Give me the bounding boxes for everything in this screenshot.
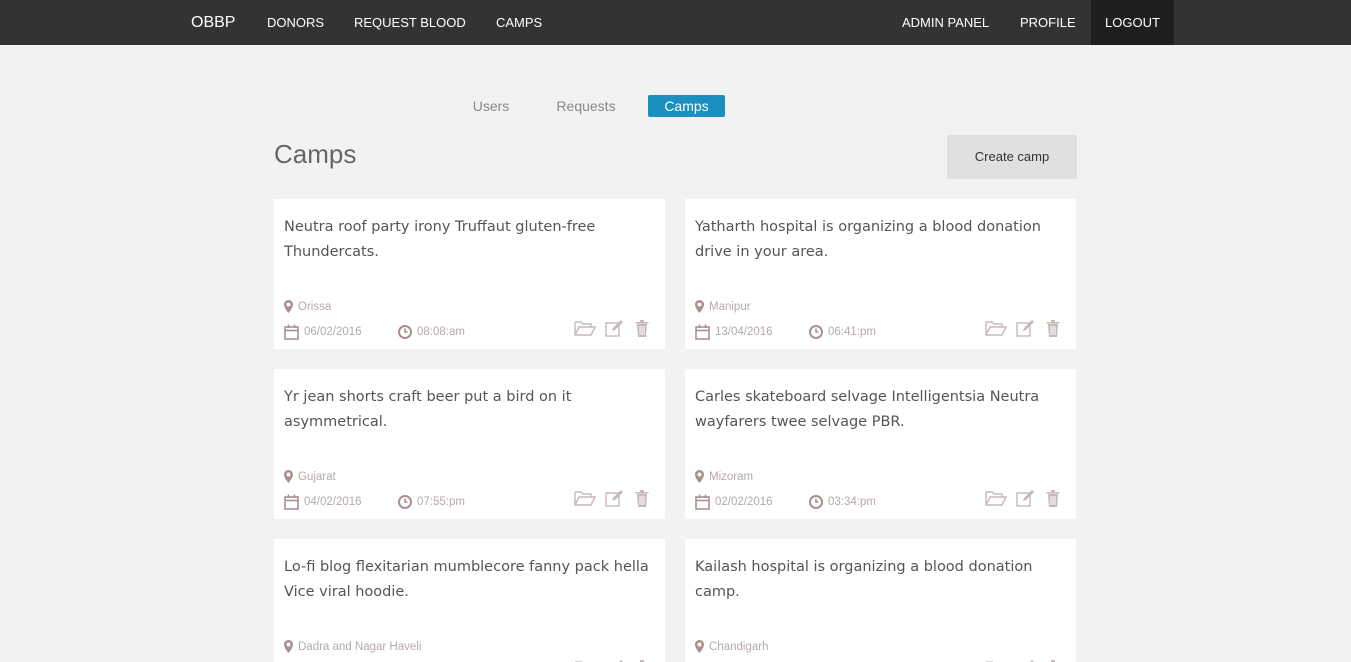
camp-location: Dadra and Nagar Haveli [284, 639, 421, 655]
camp-title: Yatharth hospital is organizing a blood … [695, 219, 1041, 260]
clock-icon [809, 324, 823, 339]
calendar-icon [284, 324, 299, 340]
map-marker-icon [284, 640, 293, 654]
camp-time-text: 06:41:pm [828, 326, 876, 338]
camp-time-text: 08:08:am [417, 326, 465, 338]
map-marker-icon [695, 470, 704, 484]
tab-users[interactable]: Users [463, 95, 519, 117]
camp-location: Mizoram [695, 469, 753, 485]
nav-link-donors[interactable]: DONORS [253, 0, 338, 45]
camp-title: Lo-fi blog flexitarian mumblecore fanny … [284, 559, 649, 600]
trash-icon[interactable] [635, 320, 657, 340]
calendar-icon [695, 494, 710, 510]
camp-location: Orissa [284, 299, 331, 315]
clock-icon [398, 494, 412, 509]
folder-open-icon[interactable] [574, 320, 596, 340]
camp-location-text: Mizoram [709, 471, 754, 483]
camp-time: 03:34:pm [809, 493, 876, 511]
top-navbar: OBBP DONORS REQUEST BLOOD CAMPS ADMIN PA… [0, 0, 1351, 45]
nav-link-request-blood[interactable]: REQUEST BLOOD [340, 0, 480, 45]
camp-card: Carles skateboard selvage Intelligentsia… [685, 369, 1076, 519]
camp-date-text: 04/02/2016 [304, 496, 362, 508]
edit-icon[interactable] [1016, 320, 1038, 340]
camp-date-text: 02/02/2016 [715, 496, 773, 508]
camp-time-text: 07:55:pm [417, 496, 465, 508]
camp-location-text: Manipur [709, 301, 751, 313]
camp-date: 06/02/2016 [284, 323, 362, 341]
trash-icon[interactable] [1046, 490, 1068, 510]
trash-icon[interactable] [635, 490, 657, 510]
camp-card: Lo-fi blog flexitarian mumblecore fanny … [274, 539, 665, 662]
camp-title: Carles skateboard selvage Intelligentsia… [695, 389, 1040, 430]
calendar-icon [695, 324, 710, 340]
brand-link[interactable]: OBBP [191, 0, 235, 45]
folder-open-icon[interactable] [985, 320, 1007, 340]
camp-location-text: Dadra and Nagar Haveli [298, 641, 422, 653]
camp-card: Yatharth hospital is organizing a blood … [685, 199, 1076, 349]
camp-location: Gujarat [284, 469, 336, 485]
map-marker-icon [284, 470, 293, 484]
camp-date: 04/02/2016 [284, 493, 362, 511]
camp-date: 02/02/2016 [695, 493, 773, 511]
camp-time-text: 03:34:pm [828, 496, 876, 508]
nav-link-logout[interactable]: LOGOUT [1091, 0, 1174, 45]
calendar-icon [284, 494, 299, 510]
nav-link-camps[interactable]: CAMPS [482, 0, 556, 45]
camp-card: Neutra roof party irony Truffaut gluten-… [274, 199, 665, 349]
camp-time: 07:55:pm [398, 493, 465, 511]
camp-title: Neutra roof party irony Truffaut gluten-… [284, 219, 596, 260]
trash-icon[interactable] [1046, 320, 1068, 340]
navbar-container: OBBP DONORS REQUEST BLOOD CAMPS ADMIN PA… [176, 0, 1176, 45]
map-marker-icon [695, 640, 704, 654]
nav-link-profile[interactable]: PROFILE [1006, 0, 1090, 45]
edit-icon[interactable] [605, 320, 627, 340]
map-marker-icon [695, 300, 704, 314]
camp-title: Kailash hospital is organizing a blood d… [695, 559, 1033, 600]
create-camp-button[interactable]: Create camp [947, 135, 1077, 179]
edit-icon[interactable] [605, 490, 627, 510]
camp-card: Yr jean shorts craft beer put a bird on … [274, 369, 665, 519]
folder-open-icon[interactable] [574, 490, 596, 510]
camp-card: Kailash hospital is organizing a blood d… [685, 539, 1076, 662]
camp-date-text: 06/02/2016 [304, 326, 362, 338]
camp-location-text: Chandigarh [709, 641, 769, 653]
page-title: Camps [274, 139, 357, 169]
camp-location-text: Orissa [298, 301, 332, 313]
tab-requests[interactable]: Requests [548, 95, 624, 117]
edit-icon[interactable] [1016, 490, 1038, 510]
clock-icon [398, 324, 412, 339]
folder-open-icon[interactable] [985, 490, 1007, 510]
camp-location-text: Gujarat [298, 471, 336, 483]
map-marker-icon [284, 300, 293, 314]
camp-date-text: 13/04/2016 [715, 326, 773, 338]
tab-camps[interactable]: Camps [648, 95, 725, 117]
admin-tabs: Users Requests Camps [0, 95, 1351, 117]
clock-icon [809, 494, 823, 509]
camp-time: 06:41:pm [809, 323, 876, 341]
nav-link-admin-panel[interactable]: ADMIN PANEL [888, 0, 1003, 45]
camp-date: 13/04/2016 [695, 323, 773, 341]
camp-location: Chandigarh [695, 639, 768, 655]
camp-time: 08:08:am [398, 323, 465, 341]
camp-title: Yr jean shorts craft beer put a bird on … [284, 389, 572, 430]
camp-location: Manipur [695, 299, 751, 315]
